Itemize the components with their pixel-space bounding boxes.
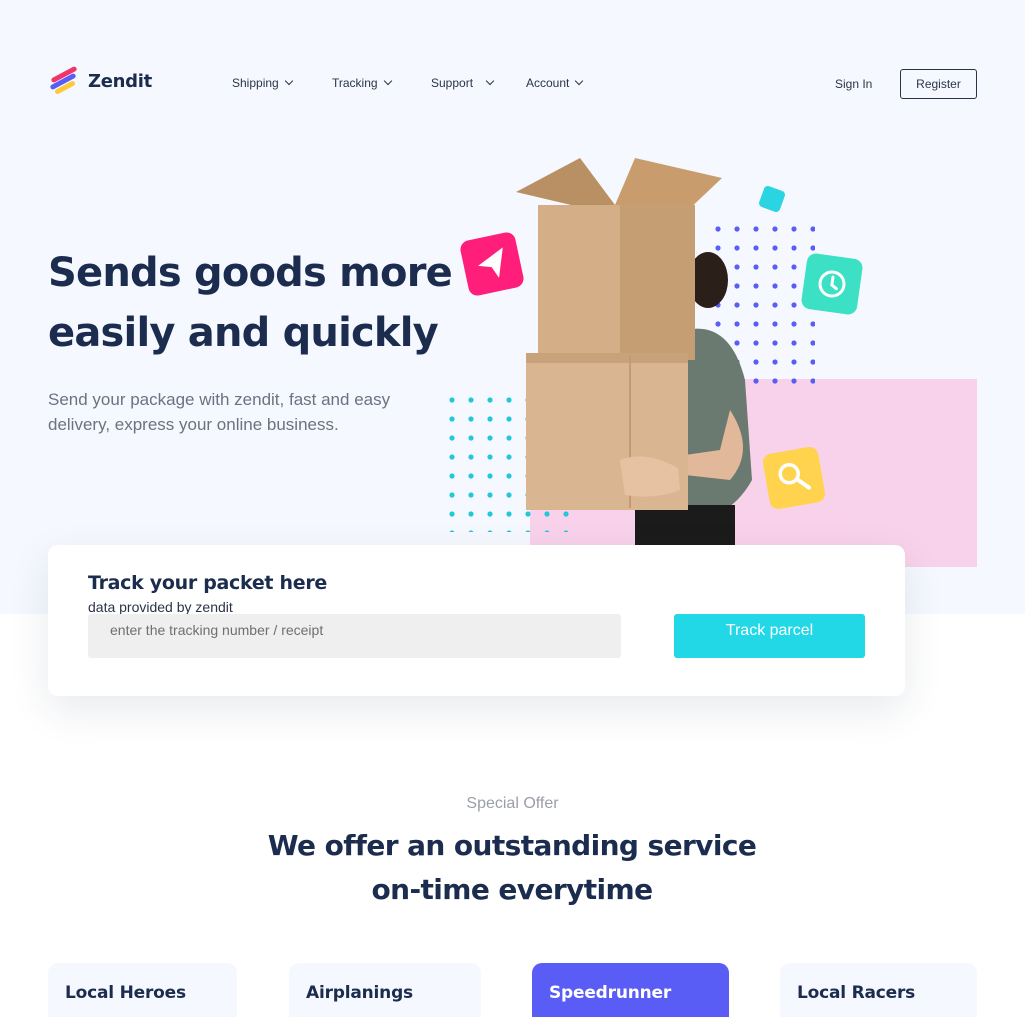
tracking-subtitle: data provided by zendit: [88, 599, 233, 615]
offer-title-line2: on-time everytime: [371, 873, 654, 906]
service-card-local-racers[interactable]: Local Racers: [780, 963, 977, 1017]
chevron-down-icon: [284, 76, 293, 86]
service-card-label: Local Racers: [797, 983, 916, 1003]
send-icon: [460, 232, 524, 296]
tracking-number-input[interactable]: [88, 614, 621, 658]
brand-logo[interactable]: Zendit: [48, 65, 152, 95]
service-cards: Local Heroes Airplanings Speedrunner Loc…: [0, 963, 1025, 1017]
nav-label: Shipping: [232, 76, 279, 90]
nav-label: Account: [526, 76, 570, 90]
main-nav: Shipping Tracking Support Account: [232, 76, 606, 90]
clock-icon: [801, 253, 863, 315]
hero-illustration: [438, 158, 977, 567]
tracking-card: Track your packet here data provided by …: [48, 545, 905, 696]
nav-label: Tracking: [332, 76, 378, 90]
chevron-down-icon: [485, 76, 495, 86]
nav-label: Support: [431, 76, 474, 90]
nav-item-shipping[interactable]: Shipping: [232, 76, 332, 90]
chevron-down-icon: [575, 76, 584, 86]
zendit-logo-icon: [48, 65, 80, 95]
nav-item-tracking[interactable]: Tracking: [332, 76, 431, 90]
service-card-label: Speedrunner: [549, 983, 672, 1003]
hero-headline-line1: Sends goods more: [48, 250, 453, 296]
tracking-title: Track your packet here: [88, 572, 327, 594]
service-card-local-heroes[interactable]: Local Heroes: [48, 963, 237, 1017]
track-parcel-button[interactable]: Track parcel: [674, 614, 865, 658]
register-button[interactable]: Register: [900, 69, 977, 99]
offer-title-line1: We offer an outstanding service: [267, 829, 757, 862]
signin-link[interactable]: Sign In: [835, 77, 872, 91]
brand-name: Zendit: [88, 70, 152, 92]
chevron-down-icon: [383, 76, 392, 86]
hero-subtext: Send your package with zendit, fast and …: [48, 390, 391, 434]
offer-eyebrow: Special Offer: [466, 795, 559, 812]
search-icon: [762, 446, 826, 510]
service-card-label: Local Heroes: [65, 983, 186, 1003]
service-card-label: Airplanings: [306, 983, 413, 1003]
service-card-airplanings[interactable]: Airplanings: [289, 963, 481, 1017]
nav-item-support[interactable]: Support: [431, 76, 526, 90]
nav-item-account[interactable]: Account: [526, 76, 606, 90]
hero-headline: Sends goods more easily and quickly: [48, 243, 468, 363]
offer-title: We offer an outstanding service on-time …: [212, 824, 812, 912]
hero-headline-line2: easily and quickly: [48, 310, 439, 356]
teal-square-icon: [759, 186, 785, 212]
service-card-speedrunner[interactable]: Speedrunner: [532, 963, 729, 1017]
